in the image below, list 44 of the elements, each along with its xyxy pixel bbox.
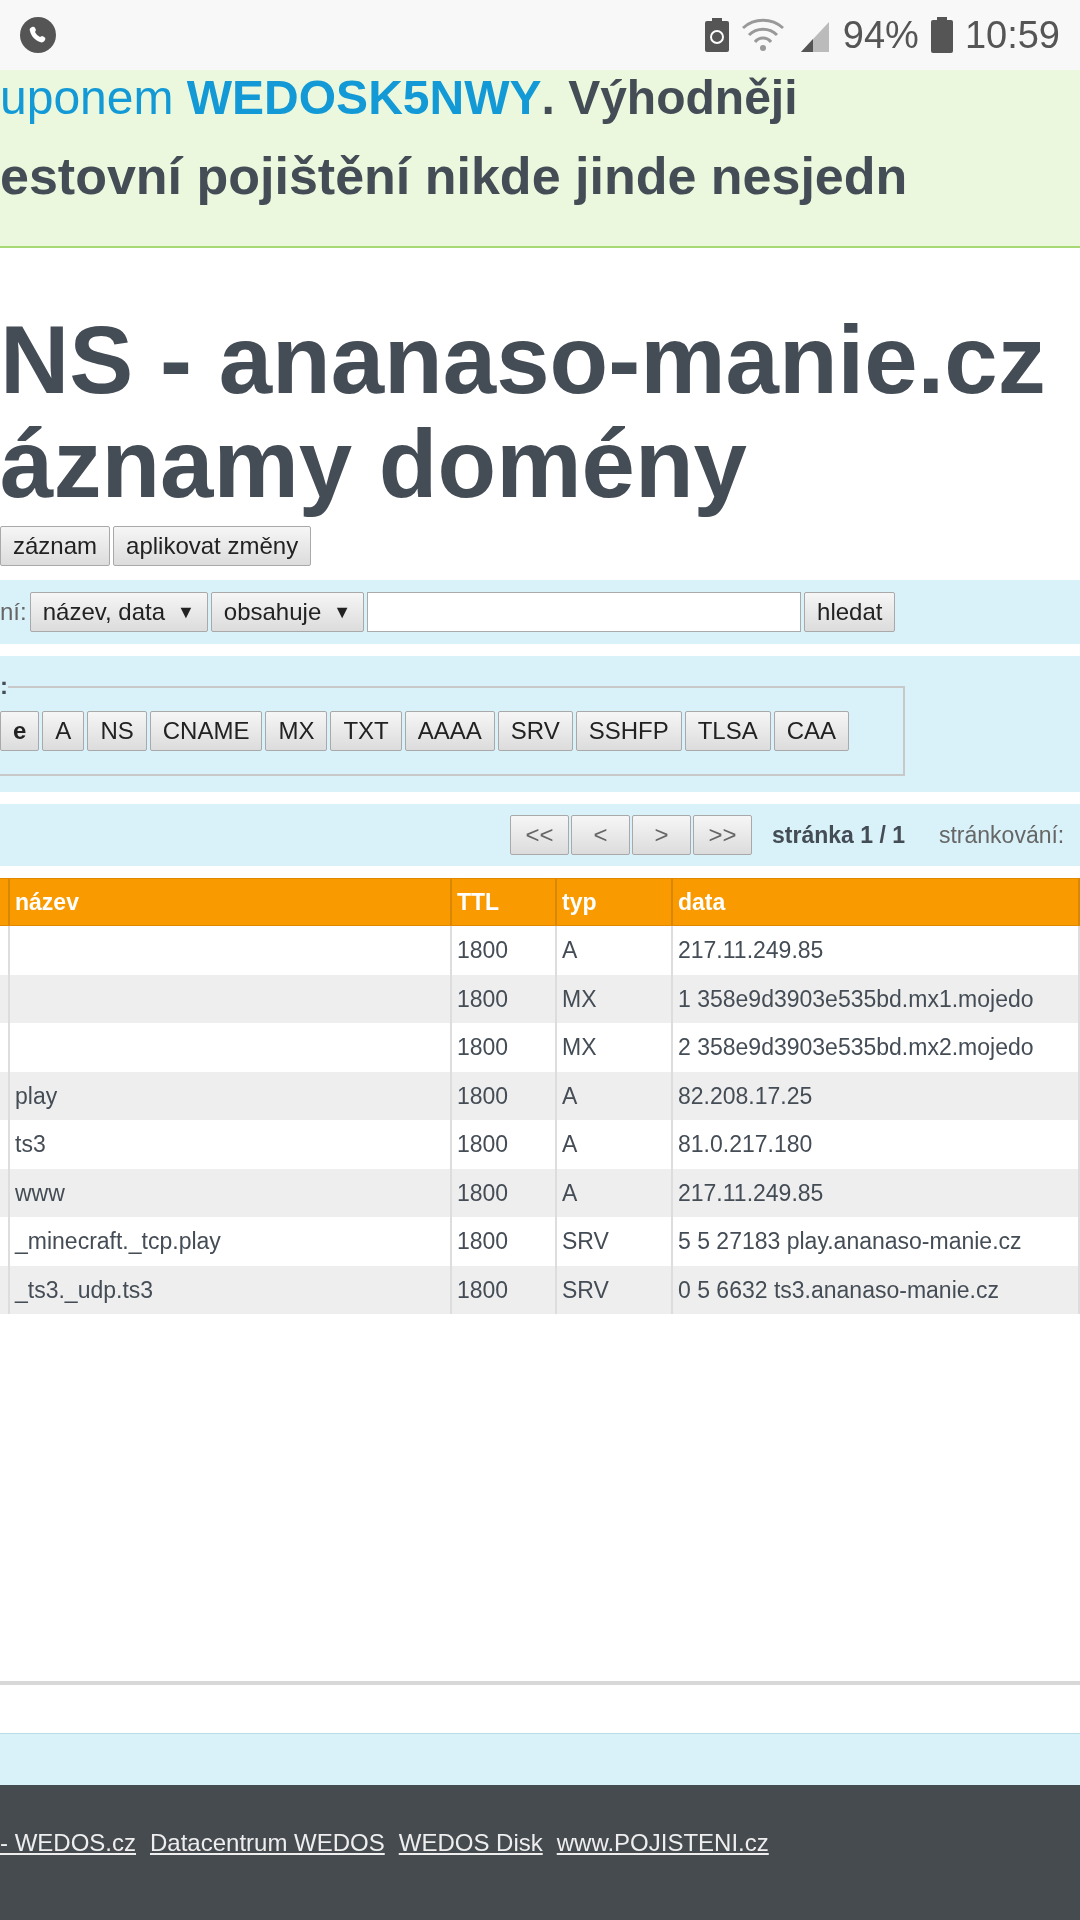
table-cell: _ts3._udp.ts3 <box>10 1265 452 1314</box>
action-button[interactable]: aplikovat změny <box>113 526 312 566</box>
type-filter-button[interactable]: e <box>0 711 40 751</box>
type-filter-button[interactable]: MX <box>265 711 328 751</box>
clock: 10:59 <box>964 12 1060 58</box>
pager-button[interactable]: > <box>632 815 691 855</box>
caret-icon: ▼ <box>177 598 195 626</box>
type-filter-button[interactable]: TXT <box>330 711 402 751</box>
battery-icon <box>930 17 953 53</box>
pager-button[interactable]: < <box>571 815 630 855</box>
per-page-label: stránkování: <box>938 820 1065 850</box>
type-filter-button[interactable]: CAA <box>773 711 850 751</box>
table-cell: 1800 <box>452 1265 557 1314</box>
type-filter-button[interactable]: CNAME <box>149 711 263 751</box>
mode-select[interactable]: obsahuje ▼ <box>210 592 365 632</box>
type-filter-button[interactable]: A <box>42 711 85 751</box>
search-field[interactable] <box>367 592 802 632</box>
footer-link[interactable]: WEDOS Disk <box>398 1824 543 1861</box>
battery-percent: 94% <box>842 12 919 58</box>
action-button[interactable]: záznam <box>0 526 111 566</box>
type-filter-button[interactable]: NS <box>87 711 147 751</box>
caret-icon: ▼ <box>333 598 352 626</box>
table-cell: SRV <box>557 1265 673 1314</box>
coupon-code: WEDOSK5NWY <box>186 72 542 124</box>
banner-text: estovní pojištění nikde jinde nesjedn <box>0 146 909 206</box>
search-label: ní: <box>0 597 27 627</box>
footer-link[interactable]: Datacentrum WEDOS <box>150 1824 385 1861</box>
page-indicator: stránka 1 / 1 <box>772 820 905 850</box>
table-cell: 0 5 6632 ts3.ananaso-manie.cz <box>673 1265 1080 1314</box>
field-select[interactable]: název, data ▼ <box>29 592 208 632</box>
type-filter-button[interactable]: AAAA <box>404 711 495 751</box>
search-button[interactable]: hledat <box>804 592 896 632</box>
pager-button[interactable]: >> <box>693 815 752 855</box>
battery-saver-icon <box>704 18 729 52</box>
type-filter-button[interactable]: SRV <box>497 711 573 751</box>
type-filter-button[interactable]: SSHFP <box>575 711 682 751</box>
banner-text: uponem <box>0 72 175 124</box>
page-heading: NS - ananaso-manie.cz áznamy domény <box>0 308 1046 516</box>
banner-text: . Výhodněji <box>541 72 798 124</box>
footer-link[interactable]: - WEDOS.cz <box>0 1824 136 1861</box>
pager-button[interactable]: << <box>510 815 569 855</box>
phone-icon <box>20 17 56 53</box>
footer-link[interactable]: www.POJISTENI.cz <box>556 1824 769 1861</box>
type-filter-button[interactable]: TLSA <box>684 711 771 751</box>
